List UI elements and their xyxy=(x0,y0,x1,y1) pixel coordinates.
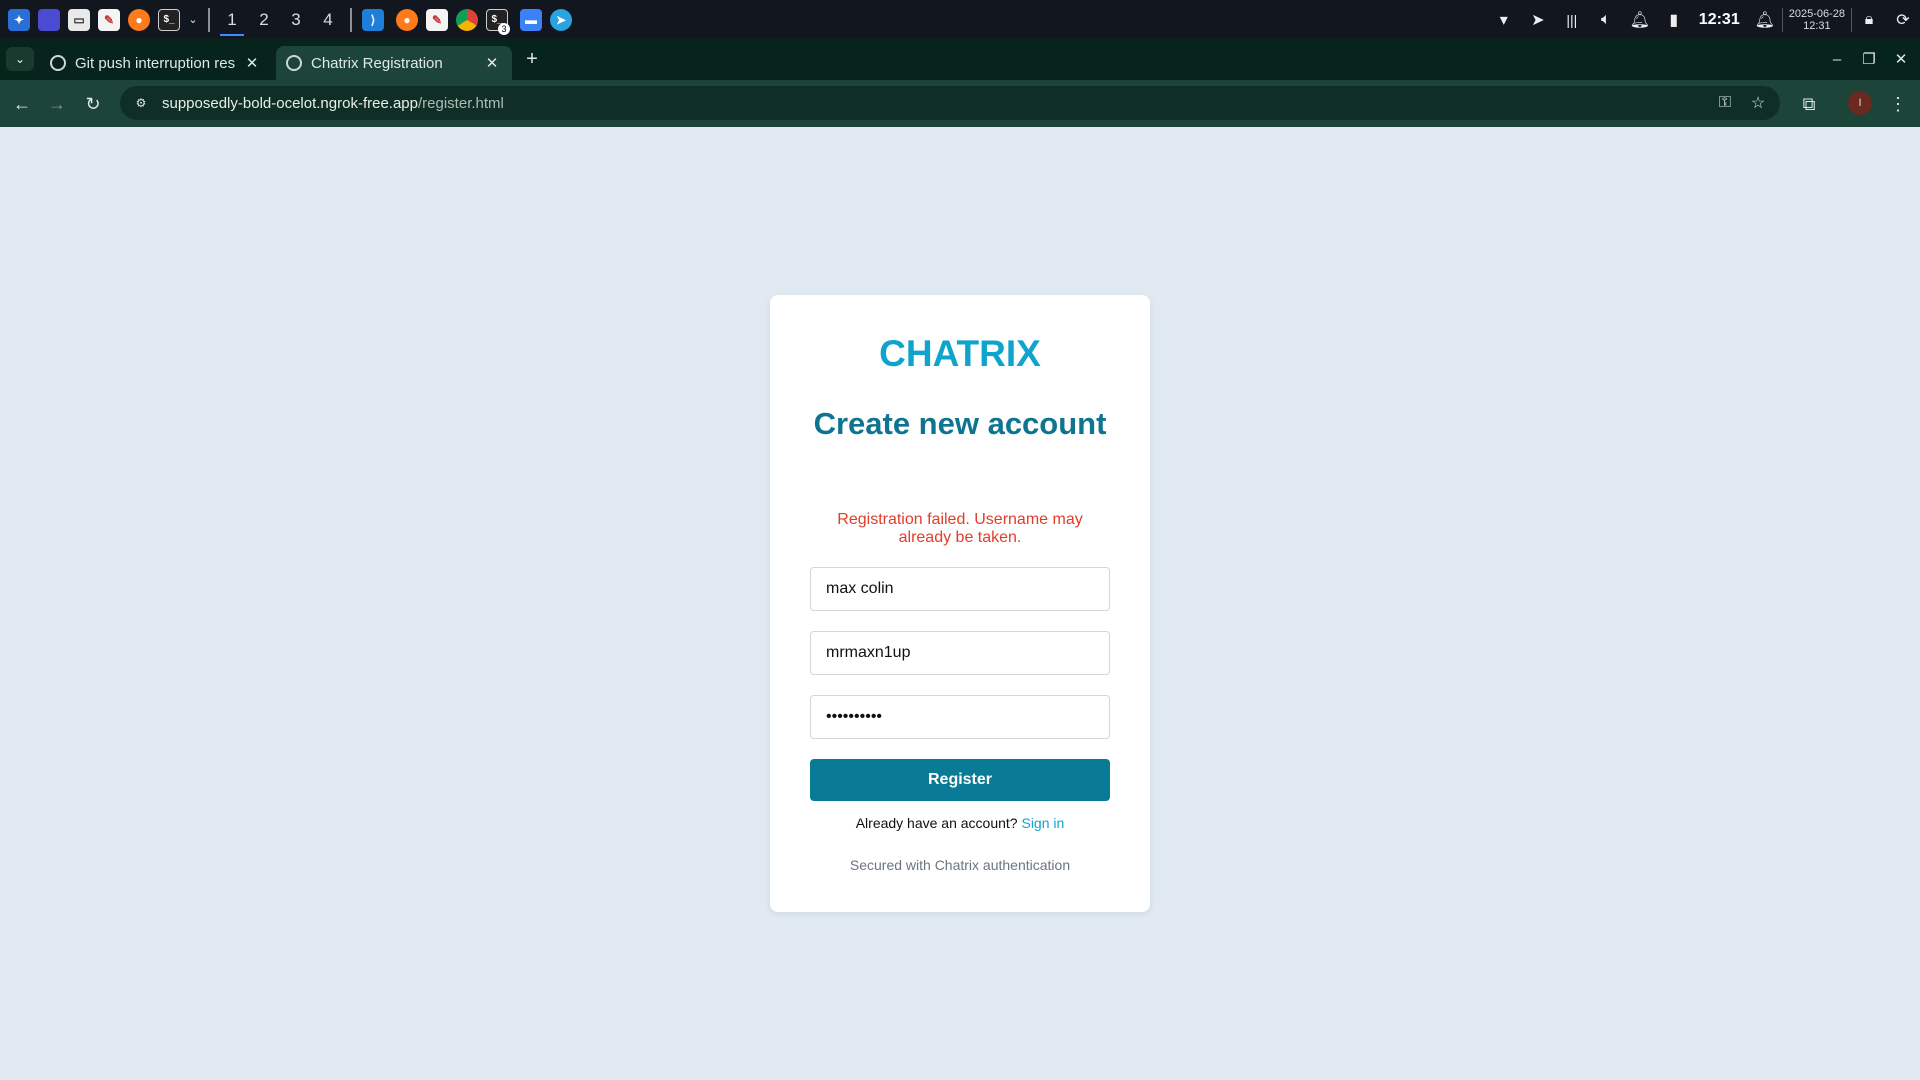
signin-prompt-text: Already have an account? xyxy=(855,815,1018,831)
registration-card: CHATRIX Create new account Registration … xyxy=(770,295,1150,912)
tab-title: Git push interruption res xyxy=(75,54,236,72)
new-tab-plus-icon[interactable]: + xyxy=(520,47,544,71)
close-window-icon[interactable]: ✕ xyxy=(1886,47,1916,71)
tab-title: Chatrix Registration xyxy=(311,54,443,72)
lock-icon[interactable]: 🔒︎ xyxy=(1852,0,1886,39)
tab-search-chevron-icon[interactable]: ⌄ xyxy=(6,47,34,71)
signin-link[interactable]: Sign in xyxy=(1021,815,1064,831)
password-input[interactable] xyxy=(810,695,1110,739)
full-name-input[interactable] xyxy=(810,567,1110,611)
telegram-tray-icon[interactable]: ➤ xyxy=(1521,0,1555,39)
error-message: Registration failed. Username may alread… xyxy=(837,511,1083,546)
divider xyxy=(350,7,352,32)
terminal-icon[interactable]: $_ 3 xyxy=(482,0,512,39)
url-text: supposedly-bold-ocelot.ngrok-free.app/re… xyxy=(162,95,504,112)
file-manager-icon[interactable]: ▭ xyxy=(64,0,94,39)
wifi-icon[interactable]: ▾ xyxy=(1487,0,1521,39)
chrome-icon[interactable] xyxy=(452,0,482,39)
folder-icon[interactable]: ▬ xyxy=(516,0,546,39)
date-time[interactable]: 2025-06-28 12:31 xyxy=(1781,7,1852,32)
browser-menu-icon[interactable]: ⋮ xyxy=(1885,91,1911,117)
system-tray: ▾ ➤ ||| 🔈︎ 🔔︎ ▮ 12:31 🔔︎ 2025-06-28 12:3… xyxy=(1487,0,1920,39)
telegram-icon[interactable]: ➤ xyxy=(546,0,576,39)
username-input[interactable] xyxy=(810,631,1110,675)
system-taskbar: ✦ ▭ ✎ ● $_ ⌄ 1 2 3 4 ⟩ ● ✎ $_ 3 ▬ ➤ ▾ ➤ … xyxy=(0,0,1920,39)
workspace-1[interactable]: 1 xyxy=(216,0,248,39)
restore-icon[interactable]: ❐ xyxy=(1854,47,1884,71)
terminal-icon[interactable]: $_ xyxy=(154,0,184,39)
brand-logo-text: CHATRIX xyxy=(879,333,1041,374)
firefox-icon[interactable]: ● xyxy=(392,0,422,39)
time-text: 12:31 xyxy=(1803,19,1831,32)
notification-bell-icon[interactable]: 🔔︎ xyxy=(1623,0,1657,39)
vscode-icon[interactable]: ⟩ xyxy=(358,0,388,39)
address-bar[interactable]: ⚙ supposedly-bold-ocelot.ngrok-free.app/… xyxy=(120,86,1780,120)
firefox-icon[interactable]: ● xyxy=(124,0,154,39)
text-editor-icon[interactable]: ✎ xyxy=(422,0,452,39)
chevron-down-icon[interactable]: ⌄ xyxy=(184,0,202,39)
bookmark-star-icon[interactable]: ☆ xyxy=(1745,90,1771,116)
tab-chatrix-registration[interactable]: Chatrix Registration ✕ xyxy=(276,46,512,80)
power-icon[interactable]: ⟳ xyxy=(1886,0,1920,39)
workspace-3[interactable]: 3 xyxy=(280,0,312,39)
security-footer-note: Secured with Chatrix authentication xyxy=(849,857,1071,873)
date-text: 2025-06-28 xyxy=(1788,7,1845,20)
page-title: Create new account xyxy=(813,406,1107,441)
forward-arrow-icon[interactable]: → xyxy=(44,91,70,117)
workspace-2[interactable]: 2 xyxy=(248,0,280,39)
url-path: /register.html xyxy=(418,94,504,112)
chatgpt-favicon-icon xyxy=(50,55,66,71)
desktop-icon[interactable] xyxy=(34,0,64,39)
browser-navigation-bar: ← → ↻ ⚙ supposedly-bold-ocelot.ngrok-fre… xyxy=(0,80,1920,127)
text-editor-icon[interactable]: ✎ xyxy=(94,0,124,39)
battery-icon[interactable]: ▮ xyxy=(1657,0,1691,39)
clock[interactable]: 12:31 xyxy=(1691,11,1748,29)
globe-favicon-icon xyxy=(286,55,302,71)
terminal-count-badge: 3 xyxy=(498,23,510,35)
back-arrow-icon[interactable]: ← xyxy=(9,91,35,117)
extensions-puzzle-icon[interactable]: ⧉ xyxy=(1796,91,1822,117)
browser-tab-bar: ⌄ Git push interruption res ✕ Chatrix Re… xyxy=(0,39,1920,80)
cpu-graph-icon: ||| xyxy=(1566,11,1578,28)
minimize-icon[interactable]: – xyxy=(1822,47,1852,71)
volume-icon[interactable]: 🔈︎ xyxy=(1589,0,1623,39)
profile-avatar[interactable]: I xyxy=(1848,91,1872,115)
close-tab-icon[interactable]: ✕ xyxy=(242,54,262,72)
notification-bell-icon[interactable]: 🔔︎ xyxy=(1748,0,1782,39)
reload-icon[interactable]: ↻ xyxy=(80,91,106,117)
close-tab-icon[interactable]: ✕ xyxy=(482,54,502,72)
workspace-4[interactable]: 4 xyxy=(312,0,344,39)
kali-menu-icon[interactable]: ✦ xyxy=(4,0,34,39)
url-host: supposedly-bold-ocelot.ngrok-free.app xyxy=(162,94,418,112)
register-button[interactable]: Register xyxy=(810,759,1110,801)
site-info-icon[interactable]: ⚙ xyxy=(128,90,154,116)
divider xyxy=(208,7,210,32)
password-key-icon[interactable]: ⚿ xyxy=(1712,90,1738,116)
tab-git-push[interactable]: Git push interruption res ✕ xyxy=(40,46,272,80)
signin-prompt-line: Already have an account? Sign in xyxy=(770,815,1150,831)
